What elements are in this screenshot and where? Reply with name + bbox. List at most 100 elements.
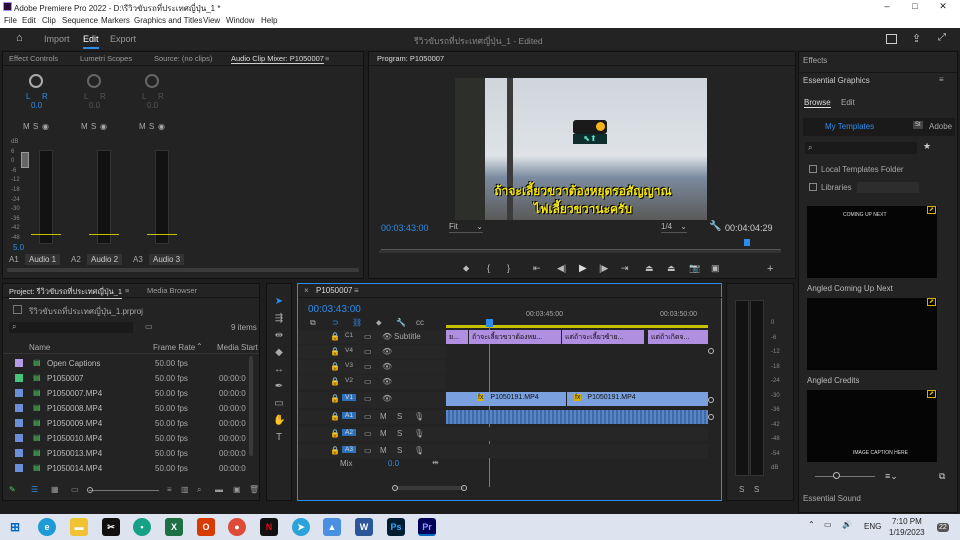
notification-badge[interactable]: 22 [937,523,949,532]
pen-tool-icon[interactable]: ✒ [273,381,285,393]
trash-icon[interactable]: 🗑 [249,485,259,494]
mute-button[interactable]: M [23,122,30,131]
local-folder-checkbox[interactable] [809,165,817,173]
selection-tool-icon[interactable]: ➤ [273,296,285,308]
my-templates-tab[interactable]: My Templates [825,122,874,131]
premiere-icon[interactable]: Pr [418,518,436,536]
scroll-handle-right[interactable] [461,485,467,491]
sequence-tab[interactable]: P1050007 [316,286,352,295]
mixer-scrollbar[interactable] [7,268,359,272]
caption-clip[interactable]: ย... [446,330,468,344]
go-to-out-button[interactable]: ⇥ [621,263,629,274]
track-id[interactable]: V4 [342,347,356,354]
tab-browse[interactable]: Browse [804,98,831,108]
resolution-dropdown[interactable]: 1/4 ⌄ [661,222,687,233]
chrome-icon[interactable]: ● [228,518,246,536]
libraries-dropdown[interactable] [857,182,919,193]
go-to-in-button[interactable]: ⇤ [533,263,541,274]
lock-icon[interactable]: 🔒 [330,362,340,371]
pencil-icon[interactable]: ✎ [9,485,16,494]
edge-icon[interactable]: e [38,518,56,536]
menu-help[interactable]: Help [261,16,277,25]
tab-audio-clip-mixer[interactable]: Audio Clip Mixer: P1050007 [231,54,324,64]
language-indicator[interactable]: ENG [864,522,881,531]
fullscreen-icon[interactable]: ⤢ [938,32,946,43]
step-forward-button[interactable]: |▶ [599,263,608,274]
essential-sound-tab[interactable]: Essential Sound [803,494,861,503]
new-item-icon[interactable]: ⧉ [939,471,945,482]
panel-menu-icon[interactable]: ≡ [325,54,329,63]
tab-export[interactable]: Export [110,34,136,44]
sync-lock-icon[interactable]: ▭ [364,429,372,438]
audio-clip-a1[interactable] [446,410,708,424]
track-id[interactable]: V3 [342,362,356,369]
ripple-edit-tool-icon[interactable]: ⇹ [273,330,285,342]
start-windows-icon[interactable]: ⊞ [6,518,24,536]
solo-button[interactable]: S [149,122,154,131]
menu-graphics[interactable]: Graphics and Titles [134,16,202,25]
solo-track-button[interactable]: S [397,446,402,455]
column-frame-rate[interactable]: Frame Rate [153,343,195,352]
menu-file[interactable]: File [4,16,17,25]
project-search-input[interactable]: ⌕ [9,322,133,333]
automate-icon[interactable]: ▥ [181,485,189,494]
template-thumbnail[interactable]: ⬈ [807,298,937,370]
track-id[interactable]: A1 [342,412,356,419]
clock-date[interactable]: 1/19/2023 [889,528,925,537]
timeline-playhead[interactable] [486,319,493,327]
label-color-chip[interactable] [15,449,23,457]
project-item[interactable]: ▤ Open Captions 50.00 fps [3,356,251,371]
project-item[interactable]: ▤ P1050007 50.00 fps 00:00:0 [3,371,251,386]
menu-edit[interactable]: Edit [22,16,36,25]
home-icon[interactable]: ⌂ [16,33,28,44]
icon-view-icon[interactable]: ▦ [51,485,59,494]
track-id[interactable]: A3 [342,446,356,453]
mute-track-button[interactable]: M [380,412,387,421]
template-thumbnail[interactable]: IMAGE CAPTION HERE ⬈ [807,390,937,462]
pan-value[interactable]: 0.0 [89,101,100,110]
thumbnail-size-handle[interactable] [833,472,840,479]
project-item[interactable]: ▤ P1050013.MP4 50.00 fps 00:00:0 [3,446,251,461]
linked-selection-icon[interactable]: ⛓ [352,318,362,327]
menu-markers[interactable]: Markers [101,16,130,25]
label-color-chip[interactable] [15,464,23,472]
column-name[interactable]: Name [29,343,50,352]
razor-tool-icon[interactable]: ◆ [273,347,285,359]
new-bin-icon[interactable]: ▬ [215,485,223,494]
captions-icon[interactable]: cc [416,318,424,327]
project-item[interactable]: ▤ P1050009.MP4 50.00 fps 00:00:0 [3,416,251,431]
thumbnail-size-slider[interactable] [815,476,875,477]
sync-lock-icon[interactable]: ▭ [364,347,372,356]
panel-menu-icon[interactable]: ≡ [354,286,359,295]
tab-lumetri-scopes[interactable]: Lumetri Scopes [80,54,132,63]
share-icon[interactable]: ⇪ [912,32,921,45]
type-tool-icon[interactable]: T [273,432,285,444]
eye-icon[interactable]: 👁 [382,377,392,386]
photos-icon[interactable]: ▲ [323,518,341,536]
lock-icon[interactable]: 🔒 [330,429,340,438]
panel-menu-icon[interactable]: ≡ [125,286,129,295]
mute-button[interactable]: M [139,122,146,131]
rectangle-tool-icon[interactable]: ▭ [273,398,285,410]
master-volume-value[interactable]: 5.0 [13,243,24,252]
template-thumbnail[interactable]: COMING UP NEXT ⬈ [807,206,937,278]
chat-app-icon[interactable]: • [133,518,151,536]
eye-icon[interactable]: 👁 [382,332,392,341]
libraries-checkbox[interactable] [809,183,817,191]
mark-out-button[interactable]: } [507,263,510,273]
record-button[interactable]: ◉ [158,122,165,131]
lock-icon[interactable]: 🔒 [330,446,340,455]
go-to-end-icon[interactable]: ⇹ [432,458,439,467]
office-icon[interactable]: O [197,518,215,536]
column-media-start[interactable]: Media Start [217,343,258,352]
menu-clip[interactable]: Clip [42,16,56,25]
project-item[interactable]: ▤ P1050008.MP4 50.00 fps 00:00:0 [3,401,251,416]
mute-track-button[interactable]: M [380,429,387,438]
solo-button[interactable]: S [91,122,96,131]
list-view-icon[interactable]: ☰ [31,485,38,494]
pan-knob-icon[interactable] [29,74,43,88]
eye-icon[interactable]: 👁 [382,362,392,371]
tab-edit-graphics[interactable]: Edit [841,98,855,107]
label-color-chip[interactable] [15,434,23,442]
lock-icon[interactable]: 🔒 [330,412,340,421]
